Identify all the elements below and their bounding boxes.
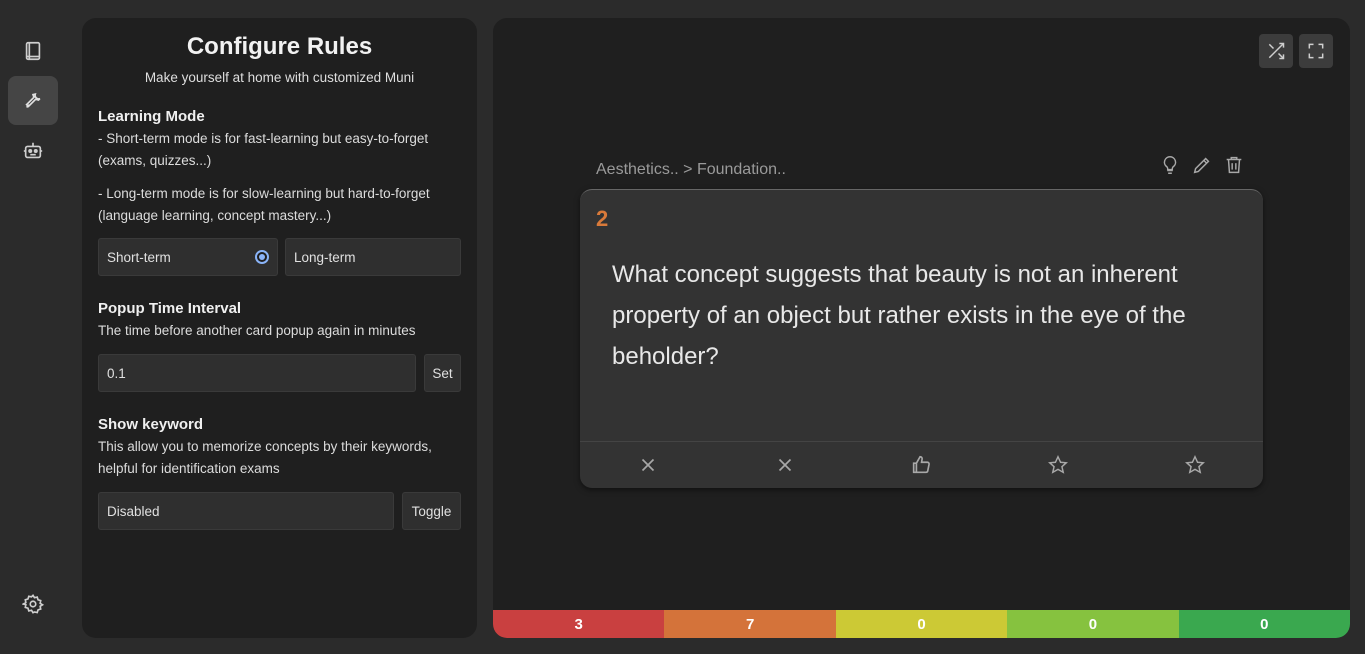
popup-interval-desc: The time before another card popup again…: [98, 323, 416, 338]
short-term-radio[interactable]: [255, 250, 269, 264]
easy-button[interactable]: [990, 454, 1127, 476]
learning-mode-short-desc: - Short-term mode is for fast-learning b…: [98, 131, 429, 168]
flashcard[interactable]: 2 What concept suggests that beauty is n…: [580, 189, 1263, 488]
long-term-option[interactable]: Long-term: [285, 238, 461, 276]
robot-icon: [23, 142, 43, 158]
rail-item-configure[interactable]: [8, 76, 58, 125]
forget-button[interactable]: [580, 454, 717, 476]
star-icon: [1048, 455, 1069, 474]
set-interval-button[interactable]: Set: [424, 354, 461, 392]
popup-interval-input[interactable]: 0.1: [98, 354, 416, 392]
shuffle-button[interactable]: [1259, 34, 1293, 68]
shuffle-icon: [1268, 42, 1285, 60]
short-term-option[interactable]: Short-term: [98, 238, 278, 276]
star-icon: [1184, 455, 1205, 474]
set-button-label: Set: [432, 365, 453, 381]
progress-stats-bar: 3 7 0 0 0: [493, 610, 1350, 638]
left-rail: [0, 0, 66, 654]
show-keyword-value: Disabled: [107, 503, 160, 519]
card-number: 2: [596, 206, 609, 231]
learning-mode-long-desc: - Long-term mode is for slow-learning bu…: [98, 186, 430, 223]
popup-interval-value: 0.1: [107, 365, 126, 381]
hard-button[interactable]: [717, 454, 854, 476]
stat-medium: 0: [835, 610, 1008, 638]
lightbulb-icon[interactable]: [1159, 154, 1181, 176]
rail-item-assistant[interactable]: [8, 126, 58, 175]
card-question: What concept suggests that beauty is not…: [612, 261, 1186, 370]
stat-mastered: 0: [1178, 610, 1350, 638]
toggle-keyword-button[interactable]: Toggle: [402, 492, 461, 530]
panel-title: Configure Rules: [186, 33, 373, 60]
mastered-button[interactable]: [1126, 454, 1263, 476]
stat-hard: 7: [664, 610, 836, 638]
rail-item-settings[interactable]: [8, 579, 58, 628]
stat-good: 0: [1007, 610, 1179, 638]
toggle-button-label: Toggle: [411, 503, 452, 519]
short-term-label: Short-term: [107, 249, 171, 265]
popup-interval-title: Popup Time Interval: [98, 300, 242, 317]
card-actions: [580, 441, 1263, 488]
configure-rules-panel: Configure Rules Make yourself at home wi…: [82, 18, 477, 638]
app-window: Configure Rules Make yourself at home wi…: [0, 0, 1365, 654]
show-keyword-title: Show keyword: [98, 416, 204, 433]
show-keyword-status: Disabled: [98, 492, 394, 530]
gear-icon: [22, 593, 44, 614]
good-button[interactable]: [853, 454, 990, 476]
wrench-icon: [25, 92, 41, 108]
card-toolbar: [1159, 154, 1245, 176]
panel-subtitle: Make yourself at home with customized Mu…: [144, 70, 415, 85]
book-icon: [25, 41, 41, 60]
trash-icon[interactable]: [1223, 154, 1245, 176]
fullscreen-icon: [1308, 43, 1324, 59]
close-icon: [642, 458, 655, 472]
study-area: Aesthetics.. > Foundation.. 2 What conce…: [493, 18, 1350, 638]
long-term-label: Long-term: [294, 249, 356, 265]
close-icon: [778, 458, 791, 472]
show-keyword-desc: This allow you to memorize concepts by t…: [98, 439, 432, 476]
rail-item-library[interactable]: [8, 26, 58, 75]
breadcrumb[interactable]: Aesthetics.. > Foundation..: [596, 161, 786, 179]
fullscreen-button[interactable]: [1299, 34, 1333, 68]
pencil-icon[interactable]: [1191, 154, 1213, 176]
thumbs-up-icon: [913, 455, 931, 474]
stat-forgot: 3: [493, 610, 665, 638]
learning-mode-title: Learning Mode: [98, 108, 205, 125]
